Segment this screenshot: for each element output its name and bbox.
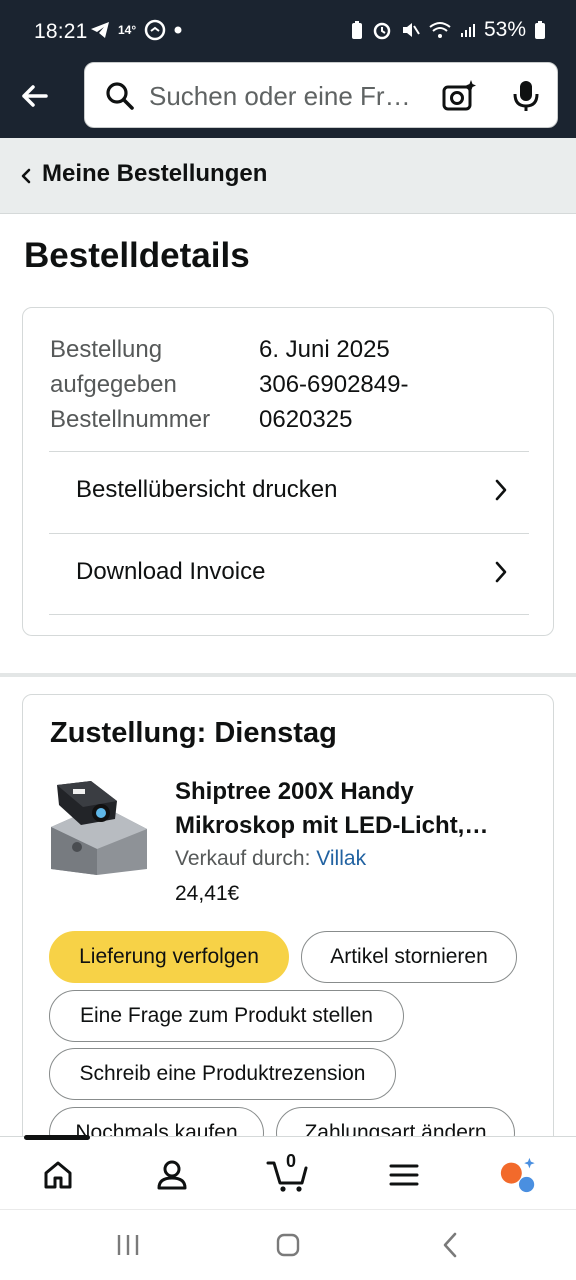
nav-home[interactable]: [38, 1155, 78, 1195]
nav-menu[interactable]: [384, 1155, 424, 1195]
product-image[interactable]: [49, 777, 149, 877]
signal-icon: [460, 24, 475, 37]
order-number-part2: 0620325: [259, 406, 353, 433]
nav-account[interactable]: [152, 1155, 192, 1195]
ask-question-button[interactable]: Eine Frage zum Produkt stellen: [49, 990, 404, 1042]
bottom-nav: 0: [0, 1135, 576, 1209]
track-delivery-button[interactable]: Lieferung verfolgen: [49, 931, 289, 983]
download-invoice-row[interactable]: Download Invoice: [49, 533, 529, 615]
mute-icon: [402, 23, 420, 37]
order-label-2: aufgegeben: [50, 371, 177, 398]
home-button-icon[interactable]: [276, 1233, 300, 1257]
system-nav-bar: [0, 1209, 576, 1280]
seller-link[interactable]: Villak: [316, 847, 366, 870]
product-title[interactable]: Shiptree 200X Handy Mikroskop mit LED-Li…: [175, 775, 525, 843]
account-icon: [157, 1160, 187, 1190]
order-info-card: Bestellung aufgegeben Bestellnummer 6. J…: [22, 307, 554, 636]
download-invoice-label: Download Invoice: [76, 558, 266, 585]
wifi-icon: [429, 22, 451, 38]
seller-info: Verkauf durch: Villak: [175, 847, 366, 871]
cart-count: 0: [285, 1151, 296, 1171]
product-title-line1[interactable]: Shiptree 200X Handy: [175, 775, 525, 809]
order-values: 6. Juni 2025 306-6902849- 0620325: [259, 332, 529, 437]
temperature-text: 14°: [118, 23, 137, 37]
battery-icon: [535, 21, 545, 39]
recent-apps-icon[interactable]: [116, 1234, 140, 1256]
order-date: 6. Juni 2025: [259, 336, 390, 363]
write-review-button[interactable]: Schreib eine Produktrezension: [49, 1048, 396, 1100]
messenger-icon: [144, 19, 166, 41]
breadcrumb[interactable]: Meine Bestellungen: [0, 138, 576, 214]
camera-search-icon[interactable]: [441, 78, 477, 114]
order-labels: Bestellung aufgegeben Bestellnummer: [50, 332, 210, 437]
order-number-part1: 306-6902849-: [259, 371, 409, 398]
battery-percent: 53%: [483, 18, 526, 41]
chevron-left-icon: [21, 168, 31, 184]
seller-prefix: Verkauf durch:: [175, 847, 311, 870]
order-label-3: Bestellnummer: [50, 406, 211, 433]
microphone-icon[interactable]: [511, 79, 541, 113]
chevron-right-icon: [495, 479, 507, 501]
telegram-icon: [91, 22, 109, 38]
alarm-icon: [373, 22, 391, 40]
nav-cart[interactable]: 0: [266, 1151, 310, 1195]
product-title-line2[interactable]: Mikroskop mit LED-Licht,…: [175, 809, 525, 843]
breadcrumb-label[interactable]: Meine Bestellungen: [42, 160, 267, 188]
battery-saver-icon: [351, 21, 362, 39]
cancel-item-button[interactable]: Artikel stornieren: [301, 931, 517, 983]
rufus-icon: [500, 1157, 535, 1193]
active-tab-indicator: [24, 1135, 90, 1140]
app-header: Suchen oder eine Fr…: [0, 62, 576, 138]
back-arrow-icon[interactable]: [18, 80, 50, 112]
print-summary-label: Bestellübersicht drucken: [76, 476, 338, 503]
chevron-right-icon: [495, 561, 507, 583]
status-time: 18:21: [34, 20, 88, 43]
page-title: Bestelldetails: [24, 236, 250, 275]
product-price: 24,41€: [175, 882, 240, 905]
status-left-icons: 14°: [90, 19, 182, 41]
order-label-1: Bestellung: [50, 336, 163, 363]
print-summary-row[interactable]: Bestellübersicht drucken: [49, 451, 529, 533]
home-icon: [44, 1161, 72, 1189]
back-button-icon[interactable]: [440, 1232, 460, 1258]
section-divider: [0, 673, 576, 677]
status-bar: 18:21 14° 53%: [0, 0, 576, 62]
status-right-icons: 53%: [350, 18, 546, 42]
search-icon: [106, 82, 134, 110]
dot-icon: [174, 26, 182, 34]
nav-rufus[interactable]: [498, 1155, 538, 1195]
search-input[interactable]: Suchen oder eine Fr…: [149, 81, 425, 112]
search-bar[interactable]: Suchen oder eine Fr…: [84, 62, 558, 128]
delivery-heading: Zustellung: Dienstag: [50, 717, 337, 749]
menu-icon: [389, 1164, 419, 1186]
